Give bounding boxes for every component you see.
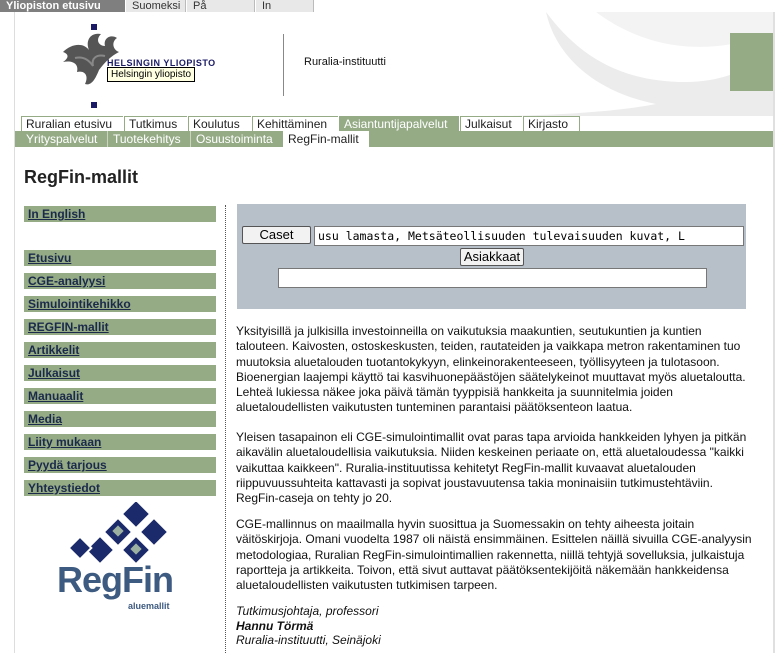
sidebar-item-manuaalit[interactable]: Manuaalit bbox=[24, 388, 216, 404]
logo-tooltip: Helsingin yliopisto bbox=[107, 67, 196, 82]
subnav-yrityspalvelut[interactable]: Yrityspalvelut bbox=[21, 131, 107, 147]
university-home-link[interactable]: Yliopiston etusivu bbox=[0, 0, 125, 12]
sidebar-item-media[interactable]: Media bbox=[24, 411, 216, 427]
signature: Tutkimusjohtaja, professori Hannu Törmä … bbox=[236, 604, 381, 648]
lang-finnish-link[interactable]: Suomeksi bbox=[126, 0, 186, 12]
intro-paragraph-3: CGE-mallinnus on maailmalla hyvin suosit… bbox=[236, 517, 752, 593]
sidebar-item-julkaisut[interactable]: Julkaisut bbox=[24, 365, 216, 381]
main-navigation: Ruralian etusivu Tutkimus Koulutus Kehit… bbox=[14, 116, 775, 131]
asiakkaat-button[interactable]: Asiakkaat bbox=[460, 248, 524, 266]
regfin-logo-text: RegFin bbox=[57, 559, 174, 600]
intro-paragraph-1: Yksityisillä ja julkisilla investoinneil… bbox=[236, 324, 746, 415]
sidebar-item-artikkelit[interactable]: Artikkelit bbox=[24, 342, 216, 358]
sidebar-divider bbox=[225, 205, 226, 653]
sidebar-item-etusivu[interactable]: Etusivu bbox=[24, 250, 216, 266]
sidebar-item-simulointikehikko[interactable]: Simulointikehikko bbox=[24, 296, 216, 312]
sidebar-item-liity-mukaan[interactable]: Liity mukaan bbox=[24, 434, 216, 450]
sidebar-item-yhteystiedot[interactable]: Yhteystiedot bbox=[24, 480, 216, 496]
caset-button[interactable]: Caset bbox=[242, 226, 311, 244]
nav-kirjasto[interactable]: Kirjasto bbox=[523, 116, 580, 131]
nav-julkaisut[interactable]: Julkaisut bbox=[460, 116, 522, 131]
subnav-tuotekehitys[interactable]: Tuotekehitys bbox=[107, 131, 190, 147]
signature-name: Hannu Törmä bbox=[236, 618, 314, 633]
regfin-logo-subtext: aluemallit bbox=[128, 601, 170, 611]
nav-kehittaminen[interactable]: Kehittäminen bbox=[252, 116, 338, 131]
page-title: RegFin-mallit bbox=[24, 167, 139, 187]
client-list-input[interactable] bbox=[278, 268, 707, 288]
lang-swedish-link[interactable]: På svenska bbox=[187, 0, 255, 24]
nav-asiantuntijapalvelut[interactable]: Asiantuntijapalvelut bbox=[339, 116, 459, 131]
site-header: HELSINGIN YLIOPISTO Helsingin yliopisto … bbox=[14, 12, 775, 116]
language-bar: Yliopiston etusivu Suomeksi På svenska I… bbox=[0, 0, 775, 24]
sidebar-item-in-english[interactable]: In English bbox=[24, 206, 216, 222]
subnav-osuustoiminta[interactable]: Osuustoiminta bbox=[190, 131, 282, 147]
nav-ruralian-etusivu[interactable]: Ruralian etusivu bbox=[21, 116, 123, 131]
sidebar-item-cge-analyysi[interactable]: CGE-analyysi bbox=[24, 273, 216, 289]
case-list-input[interactable]: usu lamasta, Metsäteollisuuden tulevaisu… bbox=[314, 226, 744, 246]
signature-role: Tutkimusjohtaja, professori bbox=[236, 604, 379, 618]
header-accent-block bbox=[730, 33, 775, 91]
nav-koulutus[interactable]: Koulutus bbox=[188, 116, 251, 131]
sub-navigation: Yrityspalvelut Tuotekehitys Osuustoimint… bbox=[14, 131, 775, 147]
nav-tutkimus[interactable]: Tutkimus bbox=[124, 116, 187, 131]
sidebar-item-regfin-mallit[interactable]: REGFIN-mallit bbox=[24, 319, 216, 335]
sidebar-item-pyyda-tarjous[interactable]: Pyydä tarjous bbox=[24, 457, 216, 473]
intro-paragraph-2: Yleisen tasapainon eli CGE-simulointimal… bbox=[236, 430, 747, 506]
subnav-regfin-mallit[interactable]: RegFin-mallit bbox=[283, 131, 369, 147]
header-divider bbox=[283, 34, 284, 96]
signature-org: Ruralia-instituutti, Seinäjoki bbox=[236, 633, 381, 647]
lang-english-link[interactable]: In English bbox=[256, 0, 314, 24]
institute-name: Ruralia-instituutti bbox=[304, 56, 386, 68]
